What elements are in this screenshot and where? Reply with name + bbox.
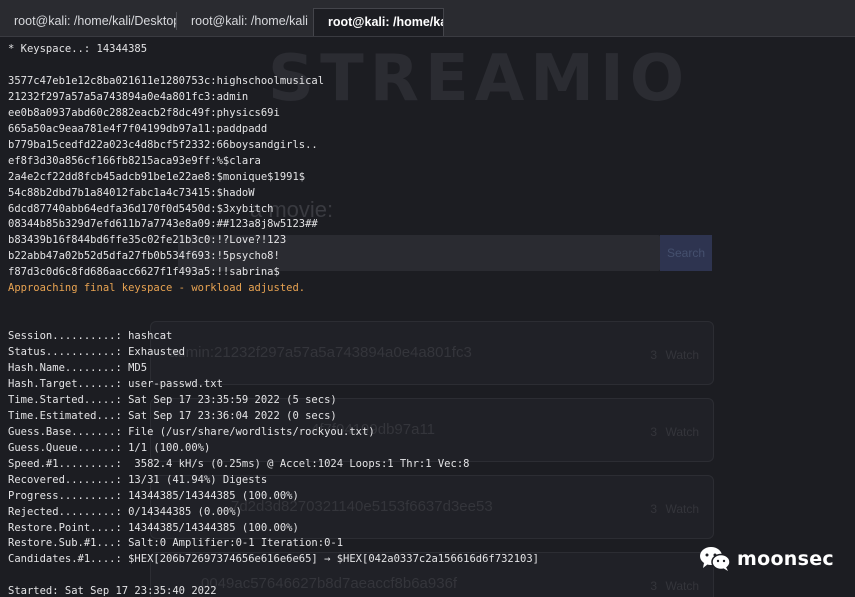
background-logo: STREAMIO (268, 42, 691, 116)
terminal-line: Guess.Queue......: 1/1 (100.00%) (8, 441, 211, 454)
background-search-button: Search (660, 235, 712, 271)
card-title: 0049ac57646627b8d7aeaccf8b6a936f (201, 575, 458, 592)
card-watch: Watch (665, 579, 699, 593)
terminal-line: Approaching final keyspace - workload ad… (8, 282, 306, 295)
tab-kali-home-active[interactable]: root@kali: /home/kali× (313, 8, 444, 36)
terminal-line: b83439b16f844bd6ffe35c02fe21b3c0:!?Love?… (8, 234, 287, 247)
terminal-line: 2a4e2cf22dd8fcb45adcb91be1e22ae8:$moniqu… (8, 170, 306, 183)
terminal-line: Restore.Point....: 14344385/14344385 (10… (8, 521, 299, 534)
terminal-line: 665a50ac9eaa781e4f7f04199db97a11:paddpad… (8, 122, 268, 135)
background-card: admin:21232f297a57a5a743894a0e4a801fc3 3… (150, 321, 714, 385)
terminal-line: Time.Started.....: Sat Sep 17 23:35:59 2… (8, 393, 337, 406)
terminal-line: Restore.Sub.#1...: Salt:0 Amplifier:0-1 … (8, 537, 344, 550)
card-watch: Watch (665, 502, 699, 516)
terminal-line: 54c88b2dbd7b1a84012fabc1a4c73415:$hadoW (8, 186, 255, 199)
terminal-line: Speed.#1.........: 3582.4 kH/s (0.25ms) … (8, 457, 470, 470)
terminal-line: Session..........: hashcat (8, 330, 173, 343)
tab-kali-home[interactable]: root@kali: /home/kali× (177, 8, 311, 36)
terminal-line: Status...........: Exhausted (8, 346, 186, 359)
tab-bar: root@kali: /home/kali/Desktop× root@kali… (0, 0, 855, 37)
terminal-line: 6dcd87740abb64edfa36d170f0d5450d:$3xybit… (8, 202, 274, 215)
card-watch: Watch (665, 348, 699, 362)
tab-desktop[interactable]: root@kali: /home/kali/Desktop× (0, 8, 176, 36)
terminal-line: Started: Sat Sep 17 23:35:40 2022 (8, 585, 217, 597)
terminal-line: Recovered........: 13/31 (41.94%) Digest… (8, 473, 268, 486)
terminal-line: b22abb47a02b52d5dfa27fb0b534f693:!5psych… (8, 250, 280, 263)
terminal-line: Rejected.........: 0/14344385 (0.00%) (8, 505, 242, 518)
terminal-line: Guess.Base.......: File (/usr/share/word… (8, 425, 375, 438)
card-title: admin:21232f297a57a5a743894a0e4a801fc3 (169, 344, 472, 361)
terminal-line: * Keyspace..: 14344385 (8, 43, 148, 55)
terminal-line: ef8f3d30a856cf166fb8215aca93e9ff:%$clara (8, 154, 261, 167)
terminal-line: 3577c47eb1e12c8ba021611e1280753c:highsch… (8, 74, 325, 87)
card-watch: Watch (665, 425, 699, 439)
tab-label: root@kali: /home/kali (328, 15, 444, 29)
terminal-line: 08344b85b329d7efd611b7a7743e8a09:##123a8… (8, 218, 318, 231)
watermark-text: moonsec (737, 548, 834, 570)
card-number: 3 (650, 579, 657, 593)
watermark: moonsec (699, 546, 834, 572)
card-number: 3 (650, 502, 657, 516)
terminal-line: Candidates.#1....: $HEX[206b72697374656e… (8, 553, 540, 566)
terminal-line: 21232f297a57a5a743894a0e4a801fc3:admin (8, 90, 249, 103)
terminal-line: Hash.Name........: MD5 (8, 362, 148, 374)
terminal-line: Progress.........: 14344385/14344385 (10… (8, 489, 299, 502)
terminal-line: Time.Estimated...: Sat Sep 17 23:36:04 2… (8, 409, 337, 422)
terminal-line: ee0b8a0937abd60c2882eacb2f8dc49f:physics… (8, 106, 280, 119)
terminal-line: Hash.Target......: user-passwd.txt (8, 377, 223, 390)
card-number: 3 (650, 348, 657, 362)
terminal-line: b779ba15cedfd22a023c4d8bcf5f2332:66boysa… (8, 138, 318, 151)
tab-label: root@kali: /home/kali/Desktop (14, 14, 176, 28)
tab-label: root@kali: /home/kali (191, 14, 308, 28)
wechat-icon (700, 547, 731, 571)
card-number: 3 (650, 425, 657, 439)
terminal-output[interactable]: STREAMIO a movie: Search admin:21232f297… (0, 37, 855, 597)
terminal-line: f87d3c0d6c8fd686aacc6627f1f493a5:!!sabri… (8, 266, 280, 279)
